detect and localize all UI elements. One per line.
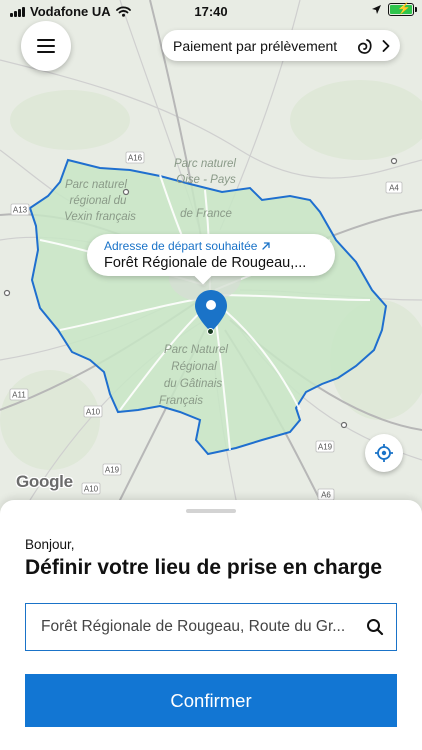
svg-text:A19: A19 bbox=[105, 466, 120, 475]
road-shield-a6: A6 bbox=[317, 488, 335, 501]
road-shield-a19-west: A19 bbox=[102, 463, 122, 476]
map-view[interactable]: A16 A13 A4 A11 A10 A10 A19 A19 A6 Parc n… bbox=[0, 0, 422, 520]
greeting-text: Bonjour, bbox=[25, 537, 75, 552]
location-arrow-icon bbox=[372, 5, 381, 14]
road-shield-a16: A16 bbox=[125, 151, 145, 164]
bottom-sheet[interactable]: Bonjour, Définir votre lieu de prise en … bbox=[0, 500, 422, 750]
status-bar: Vodafone UA 17:40 ⚡ bbox=[0, 0, 422, 22]
hamburger-menu-icon bbox=[37, 39, 55, 53]
google-logo: Google bbox=[16, 472, 73, 491]
park-label-oise-3: de France bbox=[180, 208, 232, 220]
park-label-vexin-1: Parc naturel bbox=[65, 179, 127, 191]
menu-button[interactable] bbox=[21, 21, 71, 71]
svg-text:A10: A10 bbox=[86, 408, 101, 417]
external-arrow-icon bbox=[262, 242, 271, 250]
battery-icon: ⚡ bbox=[388, 3, 417, 16]
svg-text:A6: A6 bbox=[321, 491, 331, 500]
payment-method-button[interactable]: Paiement par prélèvement bbox=[162, 30, 400, 61]
road-shield-a10: A10 bbox=[83, 405, 103, 418]
road-shield-a13: A13 bbox=[10, 203, 30, 216]
clock: 17:40 bbox=[194, 4, 228, 19]
park-label-oise-1: Parc naturel bbox=[174, 158, 236, 170]
park-label-vexin-3: Vexin français bbox=[64, 211, 136, 223]
pickup-search-input[interactable]: Forêt Régionale de Rougeau, Route du Gr.… bbox=[25, 603, 397, 651]
payment-method-label: Paiement par prélèvement bbox=[173, 37, 338, 54]
crosshair-icon bbox=[375, 444, 393, 462]
svg-text:A19: A19 bbox=[318, 443, 333, 452]
pickup-caption-label: Adresse de départ souhaitée bbox=[104, 239, 258, 253]
pickup-address-text: Forêt Régionale de Rougeau,... bbox=[104, 255, 307, 271]
svg-text:A4: A4 bbox=[389, 184, 399, 193]
chevron-right-icon bbox=[382, 39, 390, 52]
svg-text:A11: A11 bbox=[12, 391, 26, 400]
park-label-vexin-2: régional du bbox=[70, 195, 128, 207]
confirm-button[interactable]: Confirmer bbox=[25, 674, 397, 727]
svg-text:A16: A16 bbox=[128, 154, 143, 163]
park-label-gatinais-3: du Gâtinais bbox=[164, 378, 222, 390]
park-label-oise-2: Oise - Pays bbox=[176, 174, 236, 186]
road-shield-a4: A4 bbox=[385, 181, 403, 194]
sheet-grabber[interactable] bbox=[186, 509, 236, 513]
location-pin-icon bbox=[195, 290, 227, 332]
pickup-caption: Adresse de départ souhaitée bbox=[104, 239, 335, 253]
road-shield-a19: A19 bbox=[315, 440, 335, 453]
pin-anchor-dot bbox=[207, 328, 214, 335]
my-location-button[interactable] bbox=[365, 434, 403, 472]
park-label-gatinais-1: Parc Naturel bbox=[164, 344, 228, 356]
pickup-address-bubble[interactable]: Adresse de départ souhaitée Forêt Région… bbox=[87, 234, 335, 276]
search-icon[interactable] bbox=[366, 618, 384, 636]
svg-text:A10: A10 bbox=[84, 485, 99, 494]
road-shield-a10-south: A10 bbox=[81, 482, 101, 495]
direct-debit-icon bbox=[358, 38, 372, 54]
park-label-gatinais-4: Français bbox=[159, 395, 203, 407]
sheet-heading: Définir votre lieu de prise en charge bbox=[25, 556, 383, 579]
road-shield-a11: A11 bbox=[9, 388, 29, 401]
park-label-gatinais-2: Régional bbox=[171, 361, 217, 373]
pickup-search-value[interactable]: Forêt Régionale de Rougeau, Route du Gr.… bbox=[41, 618, 366, 636]
svg-text:A13: A13 bbox=[13, 206, 28, 215]
